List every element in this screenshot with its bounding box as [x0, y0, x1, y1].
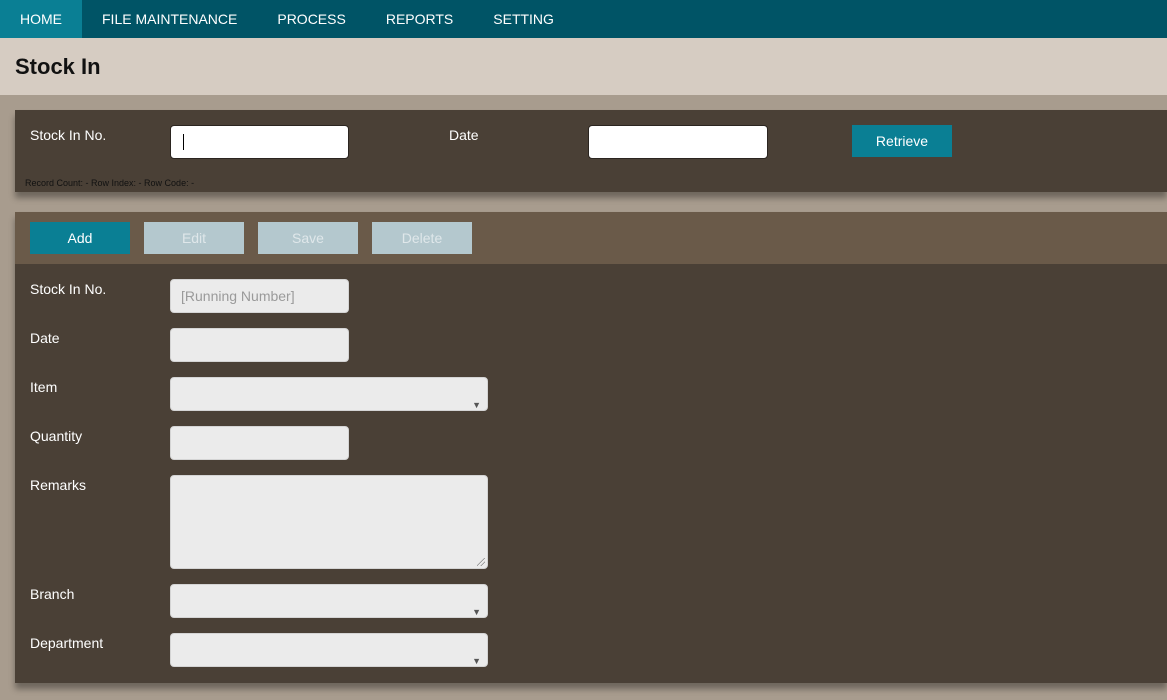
- title-bar: Stock In: [0, 38, 1167, 95]
- chevron-down-icon: ▼: [472, 656, 481, 666]
- text-caret: [183, 134, 184, 150]
- form-panel: Add Edit Save Delete Stock In No. [Runni…: [15, 212, 1167, 683]
- chevron-down-icon: ▼: [472, 400, 481, 410]
- quantity-field[interactable]: [170, 426, 349, 460]
- item-label: Item: [30, 379, 58, 395]
- delete-button[interactable]: Delete: [372, 222, 472, 254]
- nav-item-process[interactable]: PROCESS: [257, 0, 365, 38]
- date-label: Date: [30, 330, 60, 346]
- retrieve-button[interactable]: Retrieve: [852, 125, 952, 157]
- item-select[interactable]: ▼: [170, 377, 488, 411]
- stock-in-no-placeholder: [Running Number]: [181, 288, 295, 304]
- quantity-label: Quantity: [30, 428, 83, 444]
- search-stock-in-no-input[interactable]: [170, 125, 349, 159]
- remarks-label: Remarks: [30, 477, 87, 493]
- nav-item-reports[interactable]: REPORTS: [366, 0, 473, 38]
- top-nav: HOME FILE MAINTENANCE PROCESS REPORTS SE…: [0, 0, 1167, 38]
- nav-item-home[interactable]: HOME: [0, 0, 82, 38]
- nav-item-setting[interactable]: SETTING: [473, 0, 574, 38]
- search-date-label: Date: [449, 127, 479, 143]
- add-button[interactable]: Add: [30, 222, 130, 254]
- record-count-status: Record Count: - Row Index: - Row Code: -: [25, 178, 195, 188]
- remarks-textarea[interactable]: [170, 475, 488, 569]
- save-button[interactable]: Save: [258, 222, 358, 254]
- resize-grip-icon[interactable]: [477, 558, 485, 566]
- stock-in-no-label: Stock In No.: [30, 281, 107, 297]
- nav-item-file-maintenance[interactable]: FILE MAINTENANCE: [82, 0, 257, 38]
- branch-select[interactable]: ▼: [170, 584, 488, 618]
- date-field[interactable]: [170, 328, 349, 362]
- branch-label: Branch: [30, 586, 75, 602]
- chevron-down-icon: ▼: [472, 607, 481, 617]
- search-date-input[interactable]: [588, 125, 768, 159]
- page-title: Stock In: [15, 54, 101, 79]
- edit-button[interactable]: Edit: [144, 222, 244, 254]
- department-label: Department: [30, 635, 104, 651]
- stock-in-no-field[interactable]: [Running Number]: [170, 279, 349, 313]
- search-stock-in-no-label: Stock In No.: [30, 127, 107, 143]
- toolbar: Add Edit Save Delete: [15, 212, 1167, 264]
- search-panel: Stock In No. Date Retrieve Record Count:…: [15, 110, 1167, 192]
- department-select[interactable]: ▼: [170, 633, 488, 667]
